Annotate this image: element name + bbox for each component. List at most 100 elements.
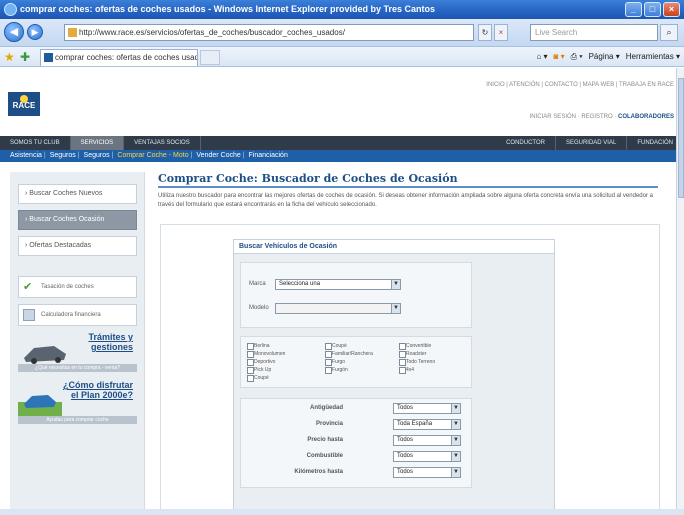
promo-plan-2000e[interactable]: ¿Cómo disfrutar el Plan 2000e? Ayudas pa… <box>18 380 137 424</box>
nav-somos-tu-club[interactable]: SOMOS TU CLUB <box>0 136 71 150</box>
kilometros-label: Kilómetros hasta <box>294 469 343 475</box>
promo-tramites[interactable]: Trámites y gestiones ¿Qué necesitas en t… <box>18 332 137 372</box>
subnav-comprar-coche[interactable]: Comprar Coche - Moto <box>117 152 188 159</box>
subnav-financiacion[interactable]: Financiación <box>249 152 288 159</box>
antiguedad-value: Todos <box>397 405 414 411</box>
checkbox-coupe[interactable]: Coupé <box>247 375 269 382</box>
sidebar-buscar-ocasion-label: Buscar Coches Ocasión <box>29 216 105 223</box>
subnav-seguros-2[interactable]: Seguros <box>84 152 110 159</box>
tools-menu[interactable]: Herramientas ▾ <box>626 50 680 64</box>
home-icon[interactable]: ⌂ ▾ <box>536 50 547 64</box>
marca-label: Marca <box>249 281 266 287</box>
chevron-down-icon: ▼ <box>451 452 460 461</box>
subnav-separator: | <box>190 152 193 159</box>
precio-select[interactable]: Todos ▼ <box>393 435 461 446</box>
sidebar-tasacion[interactable]: ✔ Tasación de coches <box>18 276 137 298</box>
checkbox-familiar[interactable]: Familiar/Ranchera <box>325 351 373 358</box>
antiguedad-select[interactable]: Todos ▼ <box>393 403 461 414</box>
session-links-text: INICIAR SESIÓN · REGISTRO · <box>529 114 618 120</box>
chevron-down-icon: ▼ <box>451 436 460 445</box>
window-title-bar: comprar coches: ofertas de coches usados… <box>0 0 684 19</box>
feeds-icon[interactable]: ◙ ▾ <box>554 50 565 64</box>
subnav-vender-coche[interactable]: Vender Coche <box>196 152 240 159</box>
precio-label: Precio hasta <box>307 437 343 443</box>
maximize-button[interactable]: □ <box>644 2 661 17</box>
checkbox-todo-terreno[interactable]: Todo Terreno <box>399 359 435 366</box>
sidebar-calculadora-label: Calculadora financiera <box>41 312 101 318</box>
check-icon: ✔ <box>23 281 33 293</box>
back-button[interactable]: ◀ <box>4 22 24 42</box>
combustible-value: Todos <box>397 453 414 459</box>
promo-tramites-title: Trámites y gestiones <box>88 332 133 352</box>
chevron-down-icon: ▼ <box>451 420 460 429</box>
main-content: Comprar Coche: Buscador de Coches de Oca… <box>158 172 668 515</box>
live-search-input[interactable]: Live Search <box>530 24 658 41</box>
green-car-icon <box>18 395 62 416</box>
promo-plan-subtitle: Ayudas para comprar coche <box>18 416 137 424</box>
checkbox-monovolumen[interactable]: Monovolumen <box>247 351 285 358</box>
checkbox-pick-up[interactable]: Pick Up <box>247 367 271 374</box>
minimize-button[interactable]: _ <box>625 2 642 17</box>
modelo-label: Modelo <box>249 305 269 311</box>
forward-button[interactable]: ▶ <box>27 24 43 40</box>
checkbox-roadster[interactable]: Roadster <box>399 351 426 358</box>
address-toolbar: ◀ ▶ http://www.race.es/servicios/ofertas… <box>0 19 684 47</box>
tab-bar: ★ ✚ comprar coches: ofertas de coches us… <box>0 47 684 67</box>
nav-seguridad-vial[interactable]: SEGURIDAD VIAL <box>556 136 628 150</box>
vertical-scrollbar[interactable] <box>676 68 684 509</box>
combustible-label: Combustible <box>306 453 343 459</box>
subnav-separator: | <box>43 152 46 159</box>
main-nav: SOMOS TU CLUB SERVICIOS VENTAJAS SOCIOS … <box>0 136 684 150</box>
page-title: Comprar Coche: Buscador de Coches de Oca… <box>158 172 458 185</box>
race-logo[interactable]: RACE <box>8 92 40 116</box>
promo-plan-title: ¿Cómo disfrutar el Plan 2000e? <box>63 380 134 400</box>
add-favorites-icon[interactable]: ✚ <box>20 50 30 64</box>
checkbox-4x4[interactable]: 4x4 <box>399 367 414 374</box>
sidebar-buscar-coches-ocasion[interactable]: › Buscar Coches Ocasión <box>18 210 137 230</box>
title-divider <box>158 186 658 188</box>
nav-conductor[interactable]: CONDUCTOR <box>496 136 556 150</box>
body-type-checkboxes: Berlina Monovolumen Deportivo Pick Up Co… <box>240 336 472 388</box>
refresh-button[interactable]: ↻ <box>478 24 492 41</box>
search-panel: Buscar Vehículos de Ocasión Marca Selecc… <box>160 224 660 515</box>
checkbox-deportivo[interactable]: Deportivo <box>247 359 275 366</box>
page-menu[interactable]: Página ▾ <box>589 50 620 64</box>
marca-value: Selecciona una <box>279 281 321 287</box>
nav-ventajas-socios[interactable]: VENTAJAS SOCIOS <box>124 136 201 150</box>
close-button[interactable]: × <box>663 2 680 17</box>
top-links[interactable]: INICIO | ATENCIÓN | CONTACTO | MAPA WEB … <box>486 82 674 88</box>
scrollbar-thumb[interactable] <box>678 78 684 198</box>
sidebar-buscar-coches-nuevos[interactable]: › Buscar Coches Nuevos <box>18 184 137 204</box>
session-links[interactable]: INICIAR SESIÓN · REGISTRO · COLABORADORE… <box>530 114 674 120</box>
marca-select[interactable]: Selecciona una ▼ <box>275 279 401 290</box>
search-go-button[interactable]: ⌕ <box>660 24 678 41</box>
nav-servicios[interactable]: SERVICIOS <box>70 136 125 150</box>
checkbox-furgo[interactable]: Furgo <box>325 359 345 366</box>
new-tab-button[interactable] <box>200 50 220 65</box>
address-tools: ↻ × <box>478 24 508 41</box>
filters-fieldset: Antigüedad Todos ▼ Provincia Toda España… <box>240 398 472 488</box>
subnav-asistencia[interactable]: Asistencia <box>10 152 42 159</box>
subnav-seguros[interactable]: Seguros <box>50 152 76 159</box>
window-title: comprar coches: ofertas de coches usados… <box>20 4 436 14</box>
print-icon[interactable]: ⎙ ▾ <box>571 50 583 64</box>
checkbox-berlina[interactable]: Berlina <box>247 343 270 350</box>
combustible-select[interactable]: Todos ▼ <box>393 451 461 462</box>
browser-tab[interactable]: comprar coches: ofertas de coches usados <box>40 49 198 66</box>
stop-button[interactable]: × <box>494 24 508 41</box>
favorites-star-icon[interactable]: ★ <box>4 50 15 64</box>
checkbox-furgon[interactable]: Furgón <box>325 367 348 374</box>
checkbox-coupe-2[interactable]: Coupé <box>325 343 347 350</box>
modelo-select[interactable]: ▼ <box>275 303 401 314</box>
collaborators-link[interactable]: COLABORADORES <box>618 114 674 120</box>
sidebar-ofertas-destacadas[interactable]: › Ofertas Destacadas <box>18 236 137 256</box>
checkbox-convertible[interactable]: Convertible <box>399 343 431 350</box>
command-bar: ⌂ ▾ ◙ ▾ ⎙ ▾ Página ▾ Herramientas ▾ <box>536 50 680 64</box>
sidebar-calculadora[interactable]: Calculadora financiera <box>18 304 137 326</box>
kilometros-select[interactable]: Todos ▼ <box>393 467 461 478</box>
sidebar-buscar-nuevos-label: Buscar Coches Nuevos <box>29 190 103 197</box>
address-input[interactable]: http://www.race.es/servicios/ofertas_de_… <box>64 24 474 41</box>
provincia-select[interactable]: Toda España ▼ <box>393 419 461 430</box>
status-bar <box>0 509 684 515</box>
